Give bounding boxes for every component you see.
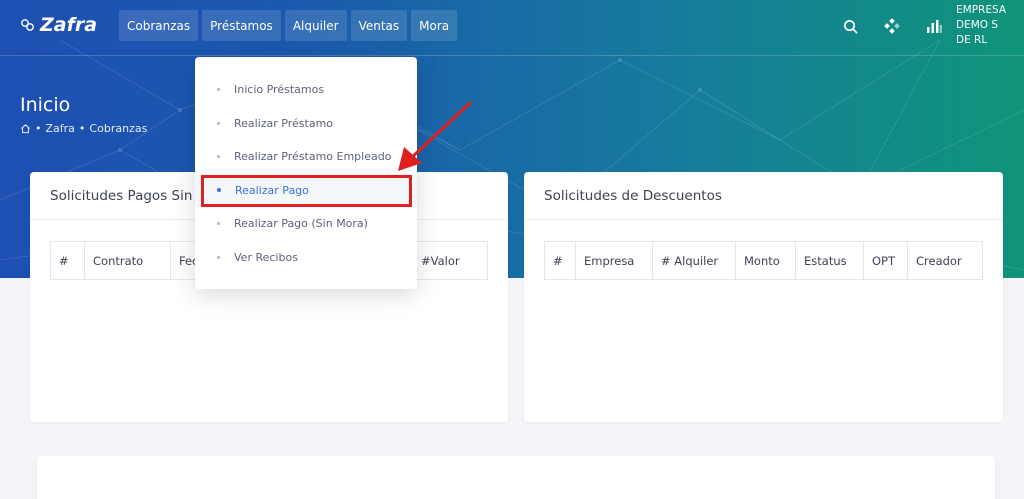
menu-item-label: Inicio Préstamos: [234, 83, 325, 97]
menu-item-ver-recibos[interactable]: Ver Recibos: [195, 241, 417, 275]
column-header[interactable]: #Valor: [412, 241, 488, 280]
logo-text: Zafra: [40, 14, 98, 36]
column-header[interactable]: #: [544, 241, 576, 280]
prestamos-dropdown-menu: Inicio Préstamos Realizar Préstamo Reali…: [195, 57, 417, 289]
breadcrumb-separator: •: [78, 122, 86, 135]
logo[interactable]: Zafra: [20, 14, 97, 36]
bullet-icon: [217, 188, 221, 193]
menu-item-label: Ver Recibos: [234, 250, 298, 264]
search-icon[interactable]: [840, 16, 860, 36]
top-icons: [840, 16, 944, 36]
nav-item-mora[interactable]: Mora: [411, 10, 458, 41]
main-nav: Cobranzas Préstamos Alquiler Ventas Mora: [119, 10, 458, 41]
apps-icon[interactable]: [882, 16, 902, 36]
nav-item-alquiler[interactable]: Alquiler: [284, 10, 347, 41]
column-header[interactable]: # Alquiler: [652, 241, 736, 280]
bottom-card: [37, 456, 995, 499]
table-header-row: # Empresa # Alquiler Monto Estatus OPT C…: [544, 241, 983, 280]
menu-item-label: Realizar Pago: [235, 183, 309, 197]
column-header[interactable]: Monto: [735, 241, 796, 280]
logo-icon: [21, 19, 34, 31]
nav-item-prestamos[interactable]: Préstamos: [202, 10, 281, 41]
page-title: Inicio: [20, 94, 71, 116]
card-solicitudes-descuentos: Solicitudes de Descuentos # Empresa # Al…: [524, 172, 1003, 422]
bullet-icon: [217, 121, 220, 125]
breadcrumb-separator: •: [35, 122, 42, 135]
column-header[interactable]: Empresa: [575, 241, 653, 280]
bullet-icon: [217, 155, 220, 159]
home-icon[interactable]: [20, 123, 31, 134]
nav-item-ventas[interactable]: Ventas: [350, 10, 408, 41]
column-header[interactable]: Contrato: [84, 241, 171, 280]
bullet-icon: [217, 222, 220, 226]
card-title: Solicitudes de Descuentos: [524, 172, 1003, 220]
breadcrumb: • Zafra • Cobranzas: [20, 122, 147, 135]
descuentos-table: # Empresa # Alquiler Monto Estatus OPT C…: [544, 241, 983, 280]
top-bar: Zafra Cobranzas Préstamos Alquiler Venta…: [0, 0, 1024, 56]
breadcrumb-item-zafra[interactable]: Zafra: [46, 122, 75, 135]
nav-item-cobranzas[interactable]: Cobranzas: [119, 10, 199, 41]
bullet-icon: [217, 88, 220, 92]
column-header[interactable]: Creador: [907, 241, 983, 280]
menu-item-inicio-prestamos[interactable]: Inicio Préstamos: [195, 73, 417, 107]
menu-item-realizar-prestamo[interactable]: Realizar Préstamo: [195, 107, 417, 141]
column-header[interactable]: #: [50, 241, 85, 280]
bullet-icon: [217, 255, 220, 259]
company-name[interactable]: EMPRESA DEMO S DE RL: [956, 3, 1016, 48]
chart-icon[interactable]: [924, 16, 944, 36]
menu-item-label: Realizar Préstamo Empleado: [234, 150, 392, 164]
menu-item-realizar-prestamo-empleado[interactable]: Realizar Préstamo Empleado: [195, 140, 417, 174]
column-header[interactable]: OPT: [863, 241, 908, 280]
column-header[interactable]: Estatus: [795, 241, 864, 280]
menu-item-label: Realizar Pago (Sin Mora): [234, 217, 368, 231]
menu-item-realizar-pago-sin-mora[interactable]: Realizar Pago (Sin Mora): [195, 207, 417, 241]
menu-item-label: Realizar Préstamo: [234, 116, 334, 130]
menu-item-realizar-pago[interactable]: Realizar Pago: [195, 173, 417, 207]
breadcrumb-item-cobranzas[interactable]: Cobranzas: [89, 122, 147, 135]
